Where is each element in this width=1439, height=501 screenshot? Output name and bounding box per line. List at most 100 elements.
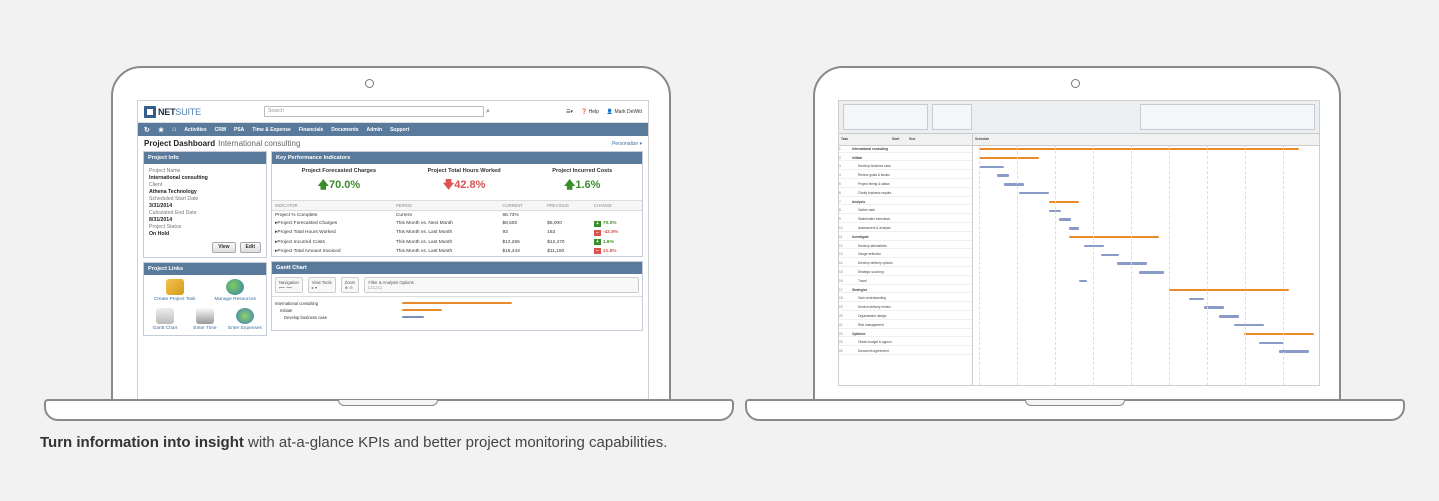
gantt-task-row[interactable]: 24 Document agreement bbox=[839, 348, 972, 355]
gantt-task-row[interactable]: 2 Initiate bbox=[839, 155, 972, 162]
gantt-task-row[interactable]: 15 Strategic sourcing bbox=[839, 269, 972, 276]
gantt-bar[interactable] bbox=[1049, 200, 1079, 204]
gantt-bar[interactable] bbox=[1139, 271, 1164, 274]
gantt-task-row[interactable]: 18 Gain understanding bbox=[839, 296, 972, 303]
column-header[interactable]: PREVIOUS bbox=[544, 200, 591, 211]
gantt-task-row[interactable]: 4 Review goals & issues bbox=[839, 172, 972, 179]
gantt-bar[interactable] bbox=[997, 174, 1009, 177]
kpi-card[interactable]: Project Total Hours Worked 🡇42.8% bbox=[428, 168, 501, 195]
gantt-row[interactable]: International consulting bbox=[275, 301, 318, 306]
gantt-bar[interactable] bbox=[1069, 227, 1079, 230]
help-link[interactable]: ❓ Help bbox=[581, 109, 599, 115]
table-row[interactable]: ▸Project Total Amount Invoiced This Month… bbox=[272, 247, 642, 256]
gantt-bar[interactable] bbox=[1069, 236, 1159, 239]
gantt-task-row[interactable]: 10 Assessment & analysis bbox=[839, 225, 972, 232]
nav-support[interactable]: Support bbox=[390, 127, 409, 133]
table-row[interactable]: ▸Project Total Hours Worked This Month vs… bbox=[272, 228, 642, 237]
gantt-task-row[interactable]: 7 Analysis bbox=[839, 199, 972, 206]
gantt-bar[interactable] bbox=[1234, 324, 1264, 327]
zoom-group[interactable] bbox=[932, 104, 972, 130]
table-row[interactable]: ▸Project Forecasted Charges This Month vs… bbox=[272, 219, 642, 228]
gantt-view-tools[interactable]: View Tools ▸ ▾ bbox=[307, 276, 336, 293]
gantt-task-row[interactable]: 17 Strategize bbox=[839, 287, 972, 294]
personalize-link[interactable]: Personalize ▾ bbox=[612, 141, 642, 147]
gantt-bar[interactable] bbox=[979, 165, 1004, 168]
col-task[interactable]: Task bbox=[841, 137, 848, 142]
gantt-task-row[interactable]: 1 International consulting bbox=[839, 146, 972, 153]
user-menu[interactable]: 👤 Mark DeWitt bbox=[607, 109, 642, 115]
gantt-bar[interactable] bbox=[1189, 297, 1204, 300]
gantt-row[interactable]: Initiate bbox=[280, 308, 292, 313]
nav-documents[interactable]: Documents bbox=[331, 127, 358, 133]
column-header[interactable]: CURRENT bbox=[499, 200, 545, 211]
gantt-task-row[interactable]: 6 Clarify business require. bbox=[839, 190, 972, 197]
gantt-bar[interactable] bbox=[1079, 280, 1087, 283]
gantt-zoom[interactable]: Zoom ⊕ ⊖ bbox=[340, 276, 360, 293]
star-icon[interactable]: ★ bbox=[158, 126, 164, 134]
filter-analysis-group[interactable] bbox=[1140, 104, 1315, 130]
column-header[interactable]: INDICATOR bbox=[272, 200, 393, 211]
kpi-card[interactable]: Project Forecasted Charges 🡅70.0% bbox=[302, 168, 376, 195]
grid-line bbox=[1245, 146, 1246, 385]
gantt-bar[interactable] bbox=[1169, 288, 1289, 292]
kpi-card[interactable]: Project Incurred Costs 🡅1.6% bbox=[552, 168, 612, 195]
gantt-bar[interactable] bbox=[1059, 218, 1071, 221]
table-row[interactable]: Project % Complete Current 66.73% bbox=[272, 211, 642, 220]
home-icon[interactable]: ⌂ bbox=[172, 126, 176, 133]
gantt-bar[interactable] bbox=[979, 148, 1299, 151]
col-start[interactable]: Start bbox=[892, 137, 899, 142]
gantt-bar[interactable] bbox=[1084, 244, 1104, 248]
nav-crm[interactable]: CRM bbox=[215, 127, 226, 133]
gantt-bar[interactable] bbox=[1244, 332, 1314, 336]
nav-admin[interactable]: Admin bbox=[367, 127, 383, 133]
recent-records-icon[interactable]: ↻ bbox=[144, 126, 150, 134]
gantt-task-row[interactable]: 19 Service delivery review bbox=[839, 304, 972, 311]
gantt-filter-options[interactable]: Filter & Analysis Options ☐ ☐ ☐ bbox=[364, 276, 639, 293]
search-icon[interactable]: ⌕ bbox=[486, 108, 496, 116]
gantt-task-row[interactable]: 16 Travel bbox=[839, 278, 972, 285]
view-button[interactable]: View bbox=[212, 242, 236, 253]
edit-button[interactable]: Edit bbox=[239, 242, 261, 253]
search-input[interactable]: Search bbox=[264, 106, 484, 117]
col-end[interactable]: End bbox=[909, 137, 915, 142]
gantt-row[interactable]: Develop business case bbox=[284, 315, 327, 320]
gantt-bar[interactable] bbox=[402, 308, 442, 312]
gantt-bar[interactable] bbox=[402, 315, 424, 319]
gantt-task-row[interactable]: 3 Develop business case bbox=[839, 164, 972, 171]
create-project-task-link[interactable]: Create Project Task bbox=[146, 279, 204, 302]
gantt-bar[interactable] bbox=[1259, 341, 1284, 344]
gantt-navigation[interactable]: Navigation ⟵ ⟶ bbox=[275, 276, 303, 293]
gantt-task-row[interactable]: 20 Organization design bbox=[839, 313, 972, 320]
gantt-bar[interactable] bbox=[1004, 183, 1024, 186]
gantt-task-row[interactable]: 12 Develop alternatives bbox=[839, 243, 972, 250]
gantt-bar[interactable] bbox=[402, 301, 512, 305]
enter-time-link[interactable]: Enter Time bbox=[186, 308, 224, 331]
manage-resources-link[interactable]: Manage Resources bbox=[207, 279, 265, 302]
gantt-task-row[interactable]: 11 Investigate bbox=[839, 234, 972, 241]
column-header[interactable]: CHANGE bbox=[590, 200, 642, 211]
gantt-task-row[interactable]: 8 Gather data bbox=[839, 208, 972, 215]
table-row[interactable]: ▸Project Incurred Costs This Month vs. La… bbox=[272, 238, 642, 247]
gantt-bar[interactable] bbox=[1117, 262, 1147, 265]
gantt-task-row[interactable]: 22 Optimize bbox=[839, 331, 972, 338]
gantt-bar[interactable] bbox=[979, 156, 1039, 160]
column-header[interactable]: PERIOD bbox=[392, 200, 500, 211]
nav-psa[interactable]: PSA bbox=[234, 127, 244, 133]
gantt-task-row[interactable]: 9 Stakeholder interviews bbox=[839, 216, 972, 223]
nav-time-expense[interactable]: Time & Expense bbox=[252, 127, 291, 133]
gantt-bar[interactable] bbox=[1101, 253, 1119, 256]
netsuite-logo[interactable]: NETSUITE bbox=[144, 105, 248, 118]
nav-activities[interactable]: Activities bbox=[184, 127, 206, 133]
gantt-task-row[interactable]: 5 Project timing & status bbox=[839, 181, 972, 188]
gantt-chart-link[interactable]: Gantt Chart bbox=[146, 308, 184, 331]
enter-expenses-link[interactable]: Enter Expenses bbox=[226, 308, 264, 331]
gantt-bar[interactable] bbox=[1219, 315, 1239, 318]
gantt-task-row[interactable]: 21 Risk management bbox=[839, 322, 972, 329]
gantt-task-row[interactable]: 23 Obtain budget & approv. bbox=[839, 340, 972, 347]
gantt-task-row[interactable]: 14 Develop delivery options bbox=[839, 260, 972, 267]
nav-financials[interactable]: Financials bbox=[299, 127, 323, 133]
gantt-bar[interactable] bbox=[1019, 192, 1049, 195]
recent-icon[interactable]: ☰▾ bbox=[566, 109, 573, 115]
navigation-group[interactable] bbox=[843, 104, 928, 130]
gantt-task-row[interactable]: 13 Gauge selection bbox=[839, 252, 972, 259]
